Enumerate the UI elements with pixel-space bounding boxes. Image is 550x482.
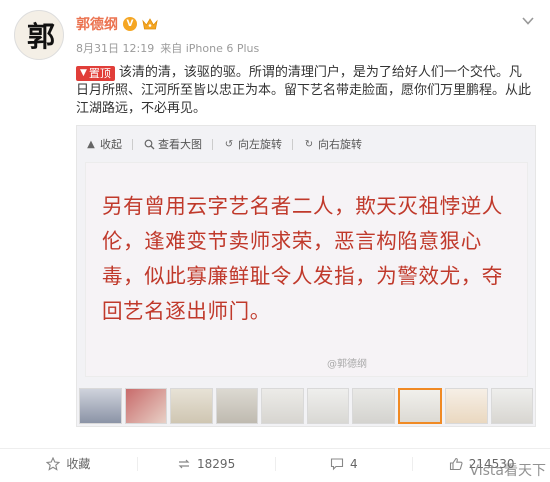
comment-icon <box>330 457 344 471</box>
thumbnail[interactable] <box>215 388 258 424</box>
author-row: 郭德纲 V <box>76 14 158 34</box>
avatar[interactable]: 郭 <box>14 10 64 60</box>
source-prefix: 来自 <box>160 42 183 55</box>
thumbs-up-icon <box>449 457 463 471</box>
post-body: 该清的清，该驱的驱。所谓的清理门户，是为了给好人们一个交代。凡日月所照、江河所至… <box>76 65 532 116</box>
thumbnail[interactable] <box>445 388 488 424</box>
post-source[interactable]: iPhone 6 Plus <box>186 42 260 55</box>
divider <box>292 138 293 150</box>
action-bar: 收藏 18295 4 214530 <box>0 448 550 478</box>
repost-button[interactable]: 18295 <box>136 456 275 471</box>
rotate-right-label: 向右旋转 <box>318 138 362 151</box>
divider <box>132 138 133 150</box>
collapse-label: 收起 <box>100 138 122 151</box>
author-name[interactable]: 郭德纲 <box>76 14 118 34</box>
star-icon <box>46 456 61 471</box>
post-meta: 8月31日 12:19 来自 iPhone 6 Plus <box>76 40 259 56</box>
thumbnail-strip <box>79 388 533 424</box>
divider <box>212 138 213 150</box>
thumbnail[interactable] <box>124 388 167 424</box>
collapse-icon: ▲ <box>87 138 95 150</box>
view-large-button[interactable]: 查看大图 <box>143 136 202 152</box>
post-text: ▼ 置顶 该清的清，该驱的驱。所谓的清理门户，是为了给好人们一个交代。凡日月所照… <box>76 64 532 118</box>
verified-icon: V <box>123 17 137 31</box>
weibo-post: 郭 郭德纲 V 8月31日 12:19 来自 iPhone 6 Plus ▼ 置… <box>0 0 550 482</box>
thumbnail[interactable] <box>306 388 349 424</box>
pinned-badge: ▼ 置顶 <box>76 66 115 81</box>
rotate-left-label: 向左旋转 <box>238 138 282 151</box>
pin-icon: ▼ <box>80 68 87 78</box>
avatar-glyph: 郭 <box>26 20 55 53</box>
brand-watermark: Vista看天下 <box>469 463 546 479</box>
comment-button[interactable]: 4 <box>274 456 413 471</box>
pinned-label: 置顶 <box>88 67 111 80</box>
chevron-down-icon[interactable] <box>520 14 536 28</box>
repost-icon <box>177 457 191 471</box>
rotate-right-icon: ↻ <box>304 138 314 150</box>
image-watermark: @郭德纲 <box>327 359 367 370</box>
media-toolbar: ▲ 收起 查看大图 ↺ 向左旋转 ↻ 向右旋转 <box>85 136 362 152</box>
media-box: ▲ 收起 查看大图 ↺ 向左旋转 ↻ 向右旋转 另有曾用云字艺名者二人，欺天灭祖… <box>76 125 536 427</box>
favorite-label: 收藏 <box>66 457 91 471</box>
post-date[interactable]: 8月31日 12:19 <box>76 40 154 56</box>
thumbnail[interactable] <box>261 388 304 424</box>
rotate-left-icon: ↺ <box>224 138 234 150</box>
thumbnail[interactable] <box>490 388 533 424</box>
thumbnail[interactable] <box>79 388 122 424</box>
favorite-button[interactable]: 收藏 <box>0 455 137 472</box>
member-crown-icon[interactable] <box>142 17 158 31</box>
zoom-icon <box>143 138 155 150</box>
rotate-left-button[interactable]: ↺ 向左旋转 <box>223 136 282 152</box>
expanded-image[interactable]: 另有曾用云字艺名者二人，欺天灭祖悖逆人伦，逢难变节卖师求荣，恶言构陷意狠心毒，似… <box>85 162 528 377</box>
collapse-button[interactable]: ▲ 收起 <box>85 136 122 152</box>
view-large-label: 查看大图 <box>158 138 202 151</box>
rotate-right-button[interactable]: ↻ 向右旋转 <box>303 136 362 152</box>
image-quote-text: 另有曾用云字艺名者二人，欺天灭祖悖逆人伦，逢难变节卖师求荣，恶言构陷意狠心毒，似… <box>102 194 503 323</box>
repost-count: 18295 <box>197 456 236 471</box>
thumbnail[interactable] <box>170 388 213 424</box>
comment-count: 4 <box>350 456 358 471</box>
thumbnail[interactable] <box>352 388 395 424</box>
thumbnail[interactable] <box>397 388 442 424</box>
